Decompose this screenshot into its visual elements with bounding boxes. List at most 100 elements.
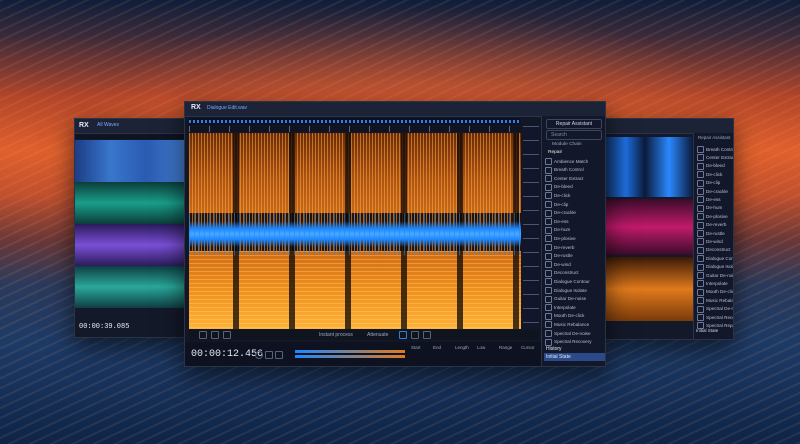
module-icon [697,204,704,212]
left-timecode: 00:00:39.085 [79,323,130,331]
module-icon [697,246,704,254]
module-item[interactable]: De-clip [694,179,733,187]
module-label: De-ess [706,196,721,202]
module-item[interactable]: Spectral De-noise [694,305,733,313]
module-label: De-hum [554,227,571,233]
module-label: Dialogue Isolate [554,287,587,293]
left-tab[interactable]: All Waves [97,122,119,128]
main-app-logo: RX [191,104,201,111]
module-item[interactable]: Interpolate [542,303,605,312]
module-item[interactable]: Dialogue Contour [694,254,733,263]
module-item[interactable]: De-wind [694,237,733,246]
module-item[interactable]: Breath Control [542,166,605,175]
module-item[interactable]: Ambience Match [542,157,605,166]
module-item[interactable]: De-rustle [694,229,733,237]
module-icon [545,166,552,174]
module-label: De-clip [706,180,721,186]
module-item[interactable]: Deconstruct [694,246,733,254]
module-icon [697,272,704,279]
repair-section-header: Repair [548,150,563,155]
right-window: Repair Assistant Breath Control Center Ex… [596,118,734,340]
module-item[interactable]: Spectral Recovery [694,313,733,321]
module-item[interactable]: Guitar De-noise [694,271,733,279]
module-icon [545,175,552,183]
module-icon [697,305,704,313]
select-tool-icon[interactable] [211,331,219,339]
module-chain-item[interactable]: Module Chain [552,142,582,147]
search-field[interactable]: Search [546,130,602,140]
module-label: Breath Control [706,146,734,152]
module-item[interactable]: De-crackle [542,209,605,218]
right-history-item[interactable]: Initial State [696,328,718,333]
module-icon [697,154,704,162]
module-item[interactable]: De-clip [542,200,605,209]
repair-assistant-button[interactable]: Repair Assistant [546,119,602,129]
left-track-4 [75,266,193,308]
module-item[interactable]: De-plosive [542,234,605,243]
module-item[interactable]: Deconstruct [542,269,605,278]
module-item[interactable]: Spectral Recovery [542,338,605,347]
instant-process-label[interactable]: Instant process [319,332,353,338]
module-item[interactable]: De-hum [542,226,605,235]
module-item[interactable]: De-plosive [694,212,733,221]
brush-tool-icon[interactable] [411,331,419,339]
module-item[interactable]: De-bleed [542,183,605,192]
module-item[interactable]: De-crackle [694,187,733,195]
overview-waveform[interactable] [189,118,521,125]
module-item[interactable]: De-hum [694,204,733,212]
record-icon[interactable] [255,351,263,359]
lasso-icon[interactable] [223,331,231,339]
module-item[interactable]: De-click [694,170,733,179]
module-item[interactable]: Dialogue Isolate [542,286,605,295]
module-item[interactable]: De-ess [542,217,605,226]
module-label: De-clip [554,201,569,207]
module-item[interactable]: De-ess [694,195,733,204]
module-icon [545,278,552,286]
module-icon [545,158,552,165]
module-icon [545,261,552,269]
module-item[interactable]: Music Rebalance [694,296,734,305]
module-item[interactable]: Center Extract [694,153,734,162]
module-item[interactable]: Dialogue Isolate [694,263,733,271]
module-item[interactable]: Music Rebalance [542,320,605,329]
module-item[interactable]: Mouth De-click [694,288,733,296]
module-icon [697,196,704,204]
play-icon[interactable] [265,351,273,359]
module-item[interactable]: Dialogue Contour [542,277,605,286]
right-repair-assistant[interactable]: Repair Assistant [698,135,731,140]
module-icon [545,252,552,260]
module-label: De-reverb [706,222,727,228]
module-label: De-reverb [554,244,575,250]
module-item[interactable]: De-wind [542,260,605,269]
module-icon [545,192,552,200]
module-item[interactable]: De-reverb [542,243,605,252]
module-item[interactable]: Mouth De-click [542,312,605,321]
module-item[interactable]: De-reverb [694,221,733,229]
module-item[interactable]: Spectral De-noise [542,329,605,338]
main-tab[interactable]: Dialogue Edit.wav [207,105,247,111]
module-icon [545,244,552,251]
module-item[interactable]: Breath Control [694,145,734,153]
module-label: Music Rebalance [706,297,734,303]
history-item[interactable]: Initial State [544,353,605,361]
hand-tool-icon[interactable] [399,331,407,339]
module-item[interactable]: De-bleed [694,162,733,170]
bottom-toolbar: Instant process Attenuate [189,330,539,340]
module-label: Center Extract [554,175,584,181]
attenuate-label[interactable]: Attenuate [367,332,388,338]
info-label: Range [499,345,513,350]
zoom-icon[interactable] [199,331,207,339]
left-track-3 [75,224,193,266]
module-item[interactable]: Guitar De-noise [542,295,605,304]
module-label: De-hum [706,205,723,211]
module-label: De-wind [706,238,723,244]
module-label: Center Extract [706,154,734,160]
module-icon [697,238,704,246]
harmonic-tool-icon[interactable] [423,331,431,339]
module-item[interactable]: De-click [542,191,605,200]
loop-icon[interactable] [275,351,283,359]
spectrogram-view[interactable] [189,133,521,329]
module-item[interactable]: Center Extract [542,174,605,183]
module-item[interactable]: Interpolate [694,279,733,288]
module-item[interactable]: De-rustle [542,252,605,261]
